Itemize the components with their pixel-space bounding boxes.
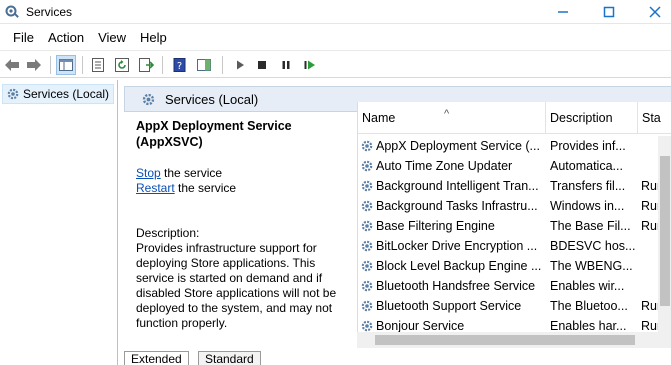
tree-item-services-local[interactable]: Services (Local)	[2, 84, 115, 105]
service-name: Bluetooth Support Service	[376, 299, 522, 313]
service-description: Automatica...	[550, 159, 623, 173]
toolbar-separator	[82, 56, 83, 74]
service-description: BDESVC hos...	[550, 239, 636, 253]
service-row[interactable]: Block Level Backup Engine ... The WBENG..…	[358, 256, 658, 276]
start-service-icon[interactable]	[230, 55, 250, 75]
service-row[interactable]: BitLocker Drive Encryption ... BDESVC hos…	[358, 236, 658, 256]
column-name[interactable]: ^ Name	[358, 102, 546, 134]
help-icon[interactable]: ?	[170, 55, 190, 75]
services-list: ^ Name Description Sta AppX Deployment S…	[357, 102, 671, 348]
export-list-icon[interactable]	[136, 55, 156, 75]
stop-service-icon[interactable]	[252, 55, 272, 75]
horizontal-scroll-thumb[interactable]	[375, 335, 635, 345]
service-name: Base Filtering Engine	[376, 219, 495, 233]
svg-text:?: ?	[177, 61, 182, 72]
toolbar-separator	[162, 56, 163, 74]
vertical-scroll-thumb[interactable]	[660, 156, 670, 306]
tree-item-label: Services (Local)	[23, 87, 110, 101]
pane-header-title: Services (Local)	[165, 92, 259, 107]
menu-bar: File Action View Help	[0, 26, 671, 48]
service-row[interactable]: Base Filtering EngineThe Base Fil...Run	[358, 216, 661, 236]
refresh-icon[interactable]	[112, 55, 132, 75]
services-app-icon	[4, 4, 20, 20]
service-description: Transfers fil...	[550, 179, 626, 193]
menu-view[interactable]: View	[91, 28, 133, 47]
service-name: Background Intelligent Tran...	[376, 179, 539, 193]
show-hide-action-pane-icon[interactable]	[194, 55, 214, 75]
column-description[interactable]: Description	[546, 102, 638, 134]
service-row[interactable]: Background Tasks Infrastru... Windows in.…	[358, 196, 661, 216]
service-name: BitLocker Drive Encryption ...	[376, 239, 538, 253]
service-row[interactable]: AppX Deployment Service (... Provides inf…	[358, 136, 658, 156]
toolbar: ?	[0, 50, 671, 78]
column-status[interactable]: Sta	[638, 102, 671, 134]
sort-ascending-icon: ^	[444, 108, 450, 120]
minimize-button[interactable]	[540, 0, 586, 24]
menu-action[interactable]: Action	[41, 28, 91, 47]
view-tabs: Extended Standard	[124, 351, 671, 365]
column-header: ^ Name Description Sta	[358, 102, 671, 134]
forward-icon[interactable]	[24, 55, 44, 75]
close-button[interactable]	[632, 0, 671, 24]
services-rows: AppX Deployment Service (... Provides inf…	[358, 136, 661, 336]
console-tree: Services (Local)	[0, 80, 118, 365]
back-icon[interactable]	[2, 55, 22, 75]
service-row[interactable]: Auto Time Zone Updater Automatica...	[358, 156, 658, 176]
service-name: Block Level Backup Engine ...	[376, 259, 542, 273]
toolbar-separator	[222, 56, 223, 74]
horizontal-scrollbar[interactable]	[357, 332, 671, 348]
service-row[interactable]: Background Intelligent Tran... Transfers …	[358, 176, 661, 196]
window-title: Services	[26, 5, 73, 19]
service-description: The Bluetoo...	[550, 299, 628, 313]
description-text: Provides infrastructure support for depl…	[136, 241, 337, 330]
stop-suffix: the service	[160, 166, 223, 180]
vertical-scrollbar[interactable]: ▼	[658, 136, 671, 348]
service-row[interactable]: Bluetooth Support Service The Bluetoo... R…	[358, 296, 661, 316]
service-row[interactable]: Bluetooth Handsfree Service Enables wir..…	[358, 276, 658, 296]
toolbar-separator	[50, 56, 51, 74]
title-bar: Services	[0, 0, 671, 24]
service-description: Enables wir...	[550, 279, 625, 293]
service-description: Provides inf...	[550, 139, 626, 153]
maximize-button[interactable]	[586, 0, 632, 24]
restart-service-link[interactable]: Restart	[136, 181, 175, 195]
services-pane: Services (Local) AppX Deployment Service…	[124, 80, 671, 365]
service-description: The Base Fil...	[550, 219, 631, 233]
service-name: Auto Time Zone Updater	[376, 159, 513, 173]
service-description: Windows in...	[550, 199, 625, 213]
services-gear-icon	[141, 92, 156, 110]
properties-icon[interactable]	[88, 55, 108, 75]
description-label: Description:	[136, 226, 200, 240]
service-name: Bluetooth Handsfree Service	[376, 279, 536, 293]
stop-service-link[interactable]: Stop	[136, 166, 161, 180]
restart-suffix: the service	[174, 181, 237, 195]
tab-extended[interactable]: Extended	[124, 351, 189, 365]
selected-service-title: AppX Deployment Service (AppXSVC)	[136, 119, 292, 149]
service-description: The WBENG...	[550, 259, 633, 273]
service-name: Background Tasks Infrastru...	[376, 199, 538, 213]
restart-service-icon[interactable]	[300, 55, 320, 75]
console-tree-icon[interactable]	[56, 55, 76, 75]
menu-file[interactable]: File	[6, 28, 41, 47]
tab-standard[interactable]: Standard	[198, 351, 261, 365]
pause-service-icon[interactable]	[276, 55, 296, 75]
services-gear-icon	[6, 87, 20, 105]
service-details-pane: AppX Deployment Service (AppXSVC) Stop t…	[136, 118, 350, 358]
menu-help[interactable]: Help	[133, 28, 174, 47]
service-actions: Stop the service Restart the service	[136, 166, 350, 196]
service-name: AppX Deployment Service (...	[376, 136, 544, 156]
